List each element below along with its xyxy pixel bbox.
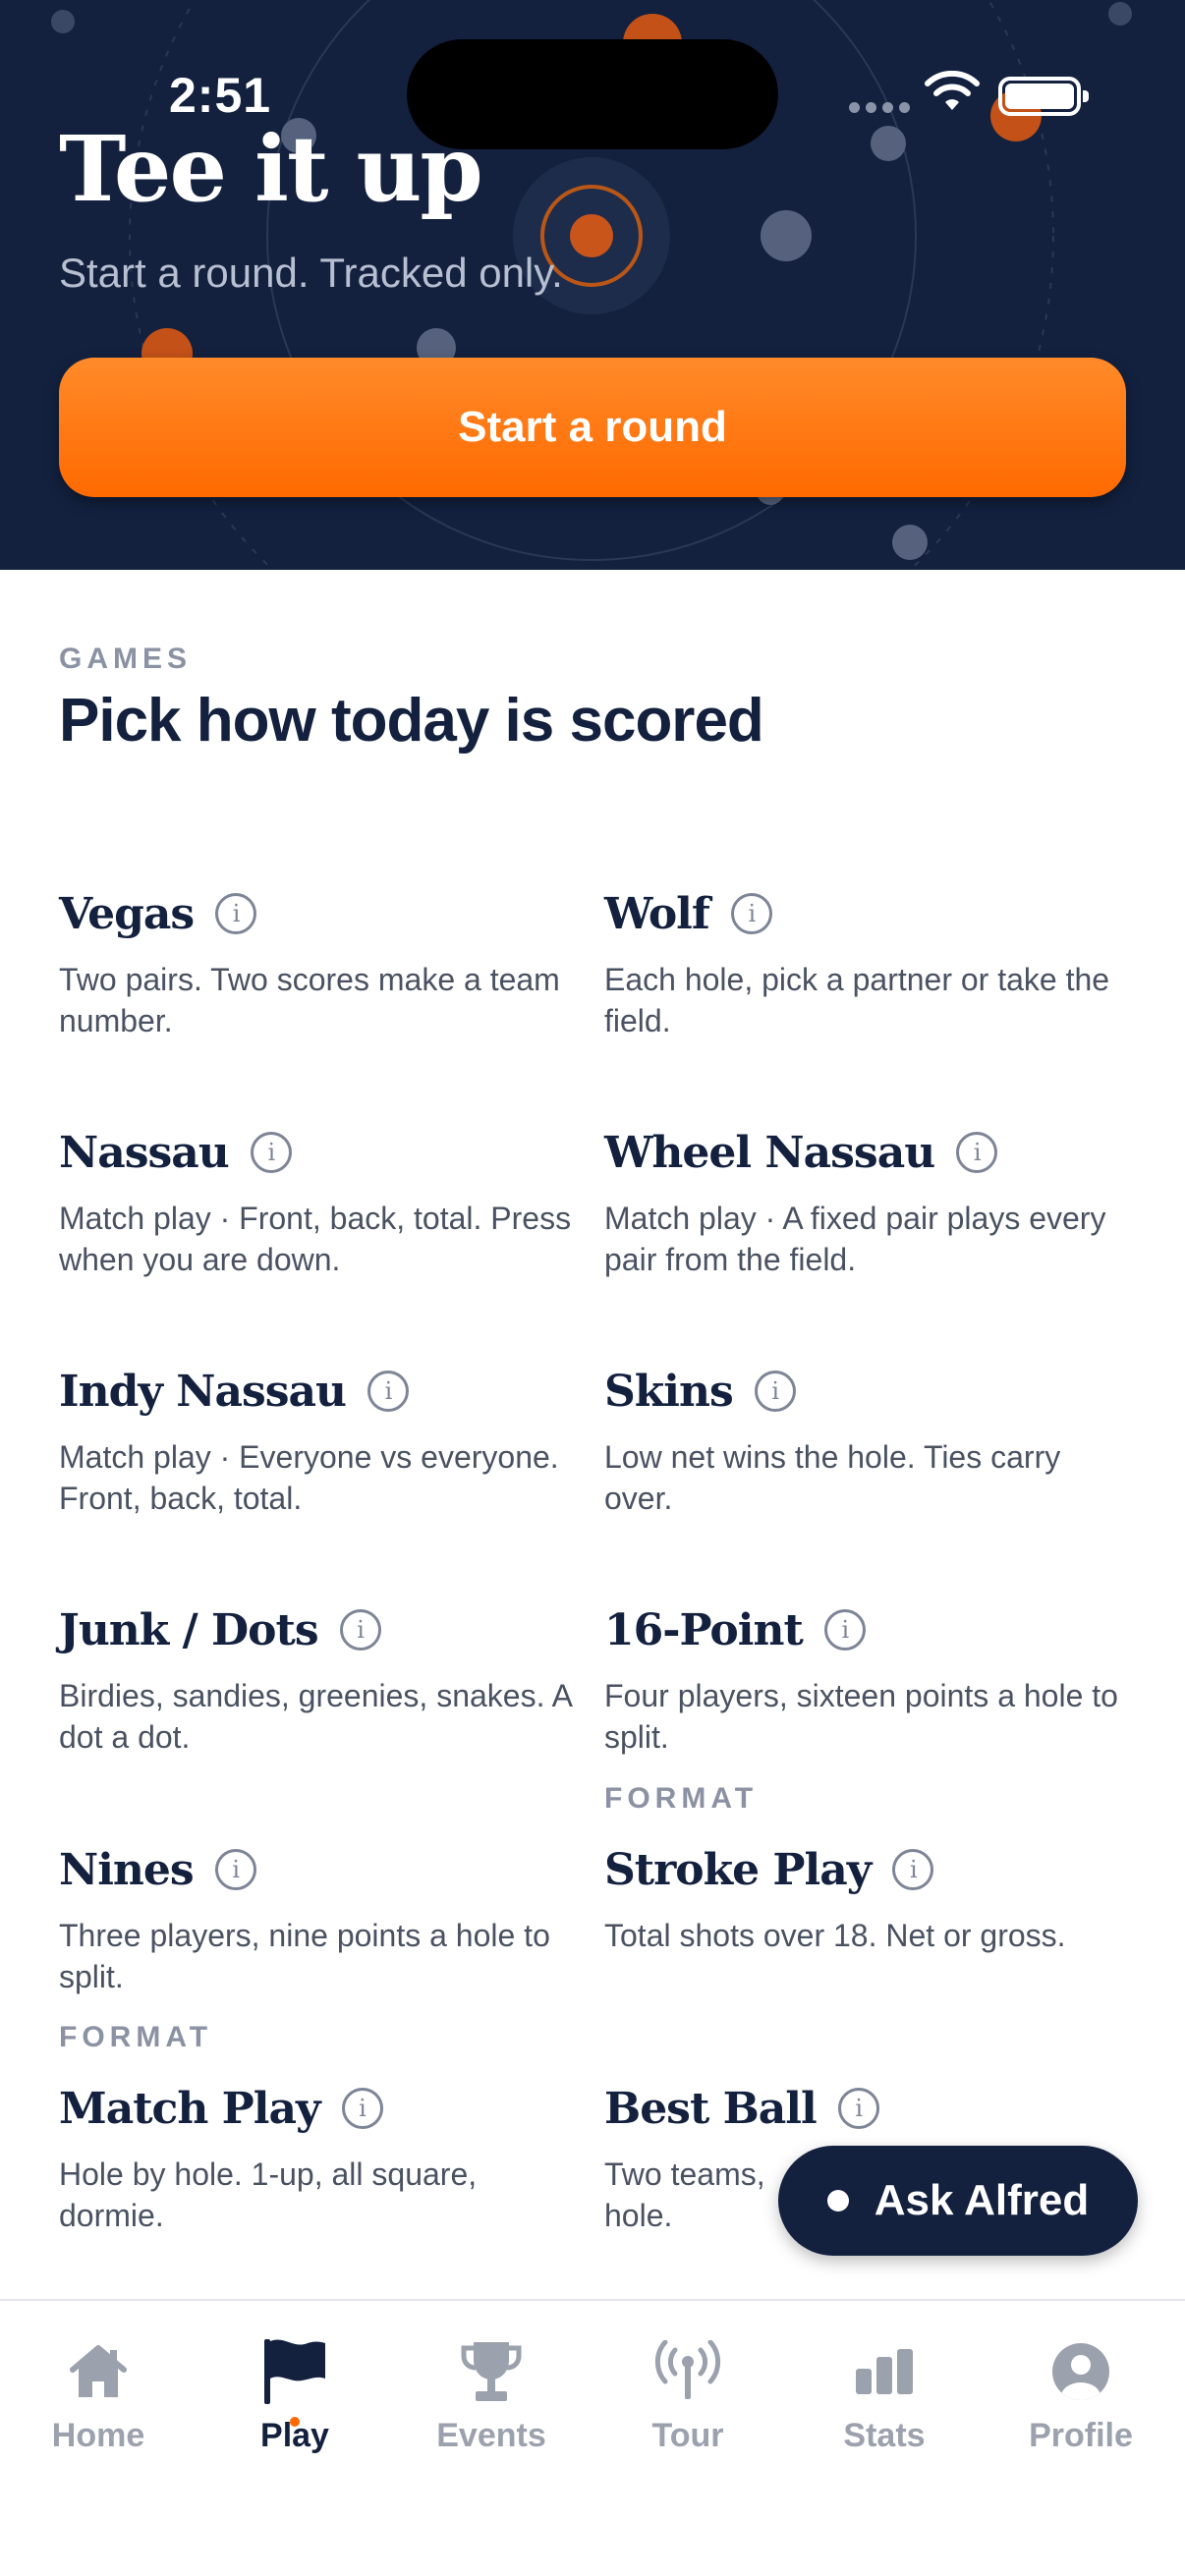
- game-description: Match play · Front, back, total. Press w…: [59, 1201, 572, 1277]
- tab-profile[interactable]: Profile: [983, 2336, 1179, 2455]
- wifi-icon: [925, 71, 980, 110]
- tab-label: Home: [51, 2417, 145, 2454]
- info-icon[interactable]: i: [367, 1371, 409, 1412]
- ask-alfred-label: Ask Alfred: [874, 2176, 1090, 2224]
- game-description: Two teams, hole.: [604, 2156, 765, 2233]
- game-card-stroke-play[interactable]: Stroke Play i Total shots over 18. Net or…: [604, 1840, 1125, 1956]
- tab-stats[interactable]: Stats: [786, 2336, 983, 2455]
- tab-label: Events: [436, 2417, 546, 2454]
- game-description: Low net wins the hole. Ties carry over.: [604, 1439, 1061, 1516]
- game-description: Match play · A fixed pair plays every pa…: [604, 1201, 1106, 1277]
- game-name: Nines: [59, 1844, 195, 1895]
- tab-home[interactable]: Home: [0, 2336, 197, 2455]
- game-description: Each hole, pick a partner or take the fi…: [604, 962, 1110, 1038]
- trophy-icon: [461, 2342, 522, 2401]
- user-icon: [1052, 2343, 1109, 2400]
- game-name: Nassau: [59, 1127, 230, 1178]
- flag-icon: [264, 2339, 325, 2404]
- game-name: Wheel Nassau: [604, 1127, 935, 1178]
- battery-icon: [998, 77, 1089, 116]
- game-card-match-play[interactable]: Match Play i Hole by hole. 1-up, all squa…: [59, 2079, 580, 2236]
- game-card-nines[interactable]: Nines i Three players, nine points a hole…: [59, 1840, 580, 1997]
- games-title: Pick how today is scored: [59, 687, 764, 755]
- format-label: FORMAT: [604, 1782, 759, 1815]
- status-dot-icon: [826, 2190, 849, 2212]
- bar-chart-icon: [856, 2349, 913, 2394]
- info-icon[interactable]: i: [250, 1132, 292, 1173]
- game-card-wolf[interactable]: Wolf i Each hole, pick a partner or take …: [604, 884, 1125, 1041]
- info-icon[interactable]: i: [837, 2088, 879, 2129]
- game-card-nassau[interactable]: Nassau i Match play · Front, back, total.…: [59, 1123, 580, 1280]
- tab-label: Stats: [843, 2417, 926, 2454]
- tab-tour[interactable]: Tour: [590, 2336, 786, 2455]
- game-description: Four players, sixteen points a hole to s…: [604, 1678, 1118, 1755]
- game-description: Total shots over 18. Net or gross.: [604, 1918, 1066, 1953]
- broadcast-icon: [654, 2340, 721, 2399]
- info-icon[interactable]: i: [754, 1371, 796, 1412]
- hero-banner: 2:51 Tee it up Start a round. Tracked on…: [0, 0, 1185, 570]
- format-label: FORMAT: [59, 2021, 213, 2053]
- info-icon[interactable]: i: [956, 1132, 998, 1173]
- info-icon[interactable]: i: [823, 1609, 866, 1651]
- tab-play[interactable]: Play: [197, 2336, 393, 2455]
- game-description: Two pairs. Two scores make a team number…: [59, 962, 560, 1038]
- game-name: Junk / Dots: [59, 1604, 319, 1655]
- game-card-vegas[interactable]: Vegas i Two pairs. Two scores make a team…: [59, 884, 580, 1041]
- tab-events[interactable]: Events: [393, 2336, 590, 2455]
- hero-subtitle: Start a round. Tracked only.: [59, 250, 563, 296]
- tab-label: Profile: [1029, 2417, 1133, 2454]
- tab-label: Tour: [651, 2417, 724, 2454]
- game-card-junk-dots[interactable]: Junk / Dots i Birdies, sandies, greenies,…: [59, 1600, 580, 1758]
- info-icon[interactable]: i: [339, 1609, 381, 1651]
- info-icon[interactable]: i: [730, 893, 772, 934]
- game-card-wheel-nassau[interactable]: Wheel Nassau i Match play · A fixed pair …: [604, 1123, 1125, 1280]
- game-name: Best Ball: [604, 2083, 818, 2134]
- game-description: Match play · Everyone vs everyone. Front…: [59, 1439, 559, 1516]
- game-name: Vegas: [59, 888, 195, 939]
- game-name: Match Play: [59, 2083, 321, 2134]
- game-card-skins[interactable]: Skins i Low net wins the hole. Ties carry…: [604, 1362, 1125, 1519]
- info-icon[interactable]: i: [341, 2088, 383, 2129]
- info-icon[interactable]: i: [892, 1849, 934, 1890]
- info-icon[interactable]: i: [215, 893, 257, 934]
- game-card-16-point[interactable]: 16-Point i Four players, sixteen points a…: [604, 1600, 1125, 1758]
- game-name: Skins: [604, 1366, 734, 1417]
- game-card-indy-nassau[interactable]: Indy Nassau i Match play · Everyone vs ev…: [59, 1362, 580, 1519]
- tab-bar: Home Play Events Tour Stats Profile: [0, 2299, 1185, 2576]
- active-indicator-dot: [290, 2417, 300, 2427]
- game-description: Three players, nine points a hole to spl…: [59, 1918, 550, 1994]
- game-name: Wolf: [604, 888, 710, 939]
- game-description: Birdies, sandies, greenies, snakes. A do…: [59, 1678, 572, 1755]
- cellular-signal-icon: [849, 102, 910, 113]
- game-name: Indy Nassau: [59, 1366, 347, 1417]
- ask-alfred-button[interactable]: Ask Alfred: [778, 2146, 1138, 2256]
- game-name: Stroke Play: [604, 1844, 872, 1895]
- start-round-button[interactable]: Start a round: [59, 358, 1126, 497]
- games-kicker: GAMES: [59, 643, 193, 675]
- home-icon: [70, 2345, 127, 2397]
- game-description: Hole by hole. 1-up, all square, dormie.: [59, 2156, 478, 2233]
- game-name: 16-Point: [604, 1604, 804, 1655]
- hero-title: Tee it up: [59, 116, 483, 222]
- info-icon[interactable]: i: [214, 1849, 256, 1890]
